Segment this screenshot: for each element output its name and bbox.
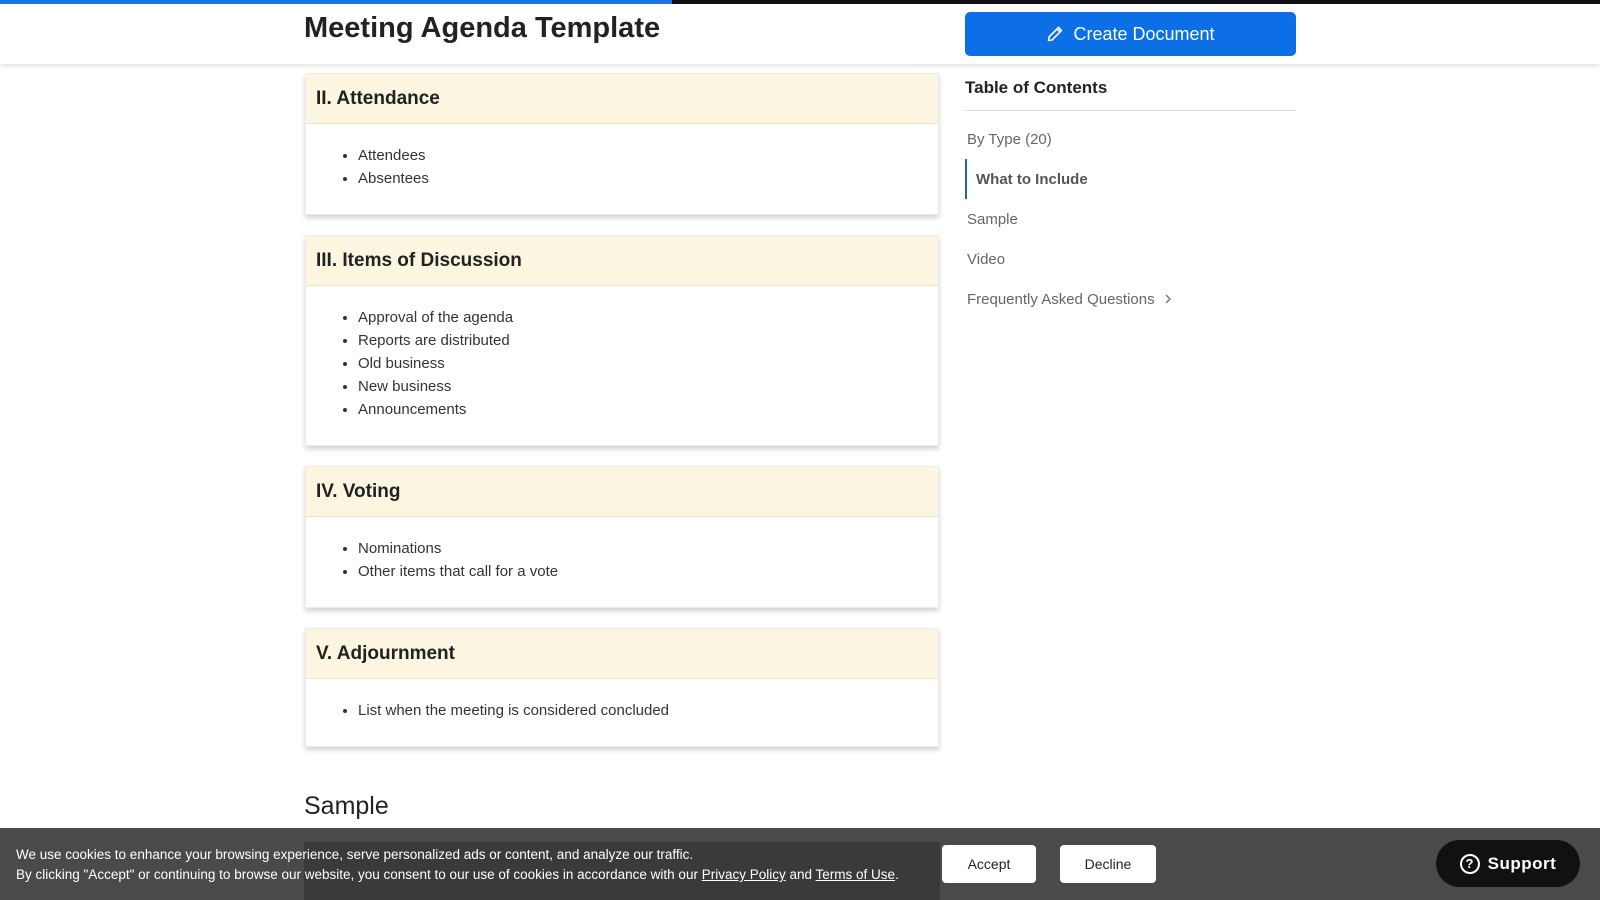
sample-section-heading: Sample	[304, 792, 389, 820]
privacy-policy-link[interactable]: Privacy Policy	[702, 867, 786, 882]
cookie-line-2-prefix: By clicking "Accept" or continuing to br…	[16, 867, 702, 882]
section-heading: II. Attendance	[306, 74, 938, 124]
section-heading: III. Items of Discussion	[306, 236, 938, 286]
table-of-contents: Table of Contents By Type (20) What to I…	[965, 78, 1296, 319]
toc-item-sample[interactable]: Sample	[965, 199, 1296, 239]
toc-item-label: Video	[967, 250, 1006, 268]
toc-item-what-to-include[interactable]: What to Include	[965, 159, 1296, 199]
list-item: New business	[358, 375, 938, 398]
section-list: Approval of the agenda Reports are distr…	[358, 306, 938, 421]
section-heading: IV. Voting	[306, 467, 938, 517]
section-heading: V. Adjournment	[306, 629, 938, 679]
section-list: List when the meeting is considered conc…	[358, 699, 938, 722]
decline-cookies-button[interactable]: Decline	[1060, 845, 1156, 883]
section-card-items-of-discussion: III. Items of Discussion Approval of the…	[305, 235, 939, 446]
cookie-consent-banner: We use cookies to enhance your browsing …	[0, 828, 1600, 900]
cookie-and-text: and	[785, 867, 816, 882]
toc-item-label: Frequently Asked Questions	[967, 290, 1155, 308]
list-item: Reports are distributed	[358, 329, 938, 352]
list-item: Other items that call for a vote	[358, 560, 938, 583]
list-item: List when the meeting is considered conc…	[358, 699, 938, 722]
question-circle-icon: ?	[1459, 853, 1480, 874]
section-list: Nominations Other items that call for a …	[358, 537, 938, 583]
list-item: Old business	[358, 352, 938, 375]
toc-item-label: Sample	[967, 210, 1018, 228]
cookie-message: We use cookies to enhance your browsing …	[16, 845, 899, 885]
chevron-right-icon	[1165, 294, 1171, 304]
list-item: Attendees	[358, 144, 938, 167]
toc-item-faq[interactable]: Frequently Asked Questions	[965, 279, 1296, 319]
list-item: Approval of the agenda	[358, 306, 938, 329]
toc-item-by-type[interactable]: By Type (20)	[965, 119, 1296, 159]
section-card-attendance: II. Attendance Attendees Absentees	[305, 73, 939, 215]
section-list: Attendees Absentees	[358, 144, 938, 190]
sticky-header: Meeting Agenda Template Create Document	[0, 0, 1600, 64]
page-title: Meeting Agenda Template	[304, 12, 661, 44]
accept-cookies-button[interactable]: Accept	[942, 845, 1036, 883]
toc-item-label: What to Include	[976, 170, 1088, 188]
cookie-line-2: By clicking "Accept" or continuing to br…	[16, 865, 899, 885]
cookie-line-1: We use cookies to enhance your browsing …	[16, 847, 694, 862]
reading-progress-bar	[0, 0, 1600, 4]
create-document-button[interactable]: Create Document	[965, 12, 1296, 56]
toc-item-video[interactable]: Video	[965, 239, 1296, 279]
list-item: Absentees	[358, 167, 938, 190]
pencil-icon	[1048, 26, 1063, 42]
list-item: Announcements	[358, 398, 938, 421]
create-document-label: Create Document	[1073, 23, 1215, 44]
toc-item-label: By Type (20)	[967, 130, 1052, 148]
section-card-adjournment: V. Adjournment List when the meeting is …	[305, 628, 939, 747]
reading-progress-fill	[0, 0, 672, 4]
terms-of-use-link[interactable]: Terms of Use	[816, 867, 896, 882]
toc-title: Table of Contents	[965, 78, 1296, 111]
support-button[interactable]: ? Support	[1436, 840, 1580, 887]
list-item: Nominations	[358, 537, 938, 560]
support-label: Support	[1487, 853, 1557, 873]
section-card-voting: IV. Voting Nominations Other items that …	[305, 466, 939, 608]
cookie-period: .	[895, 867, 899, 882]
